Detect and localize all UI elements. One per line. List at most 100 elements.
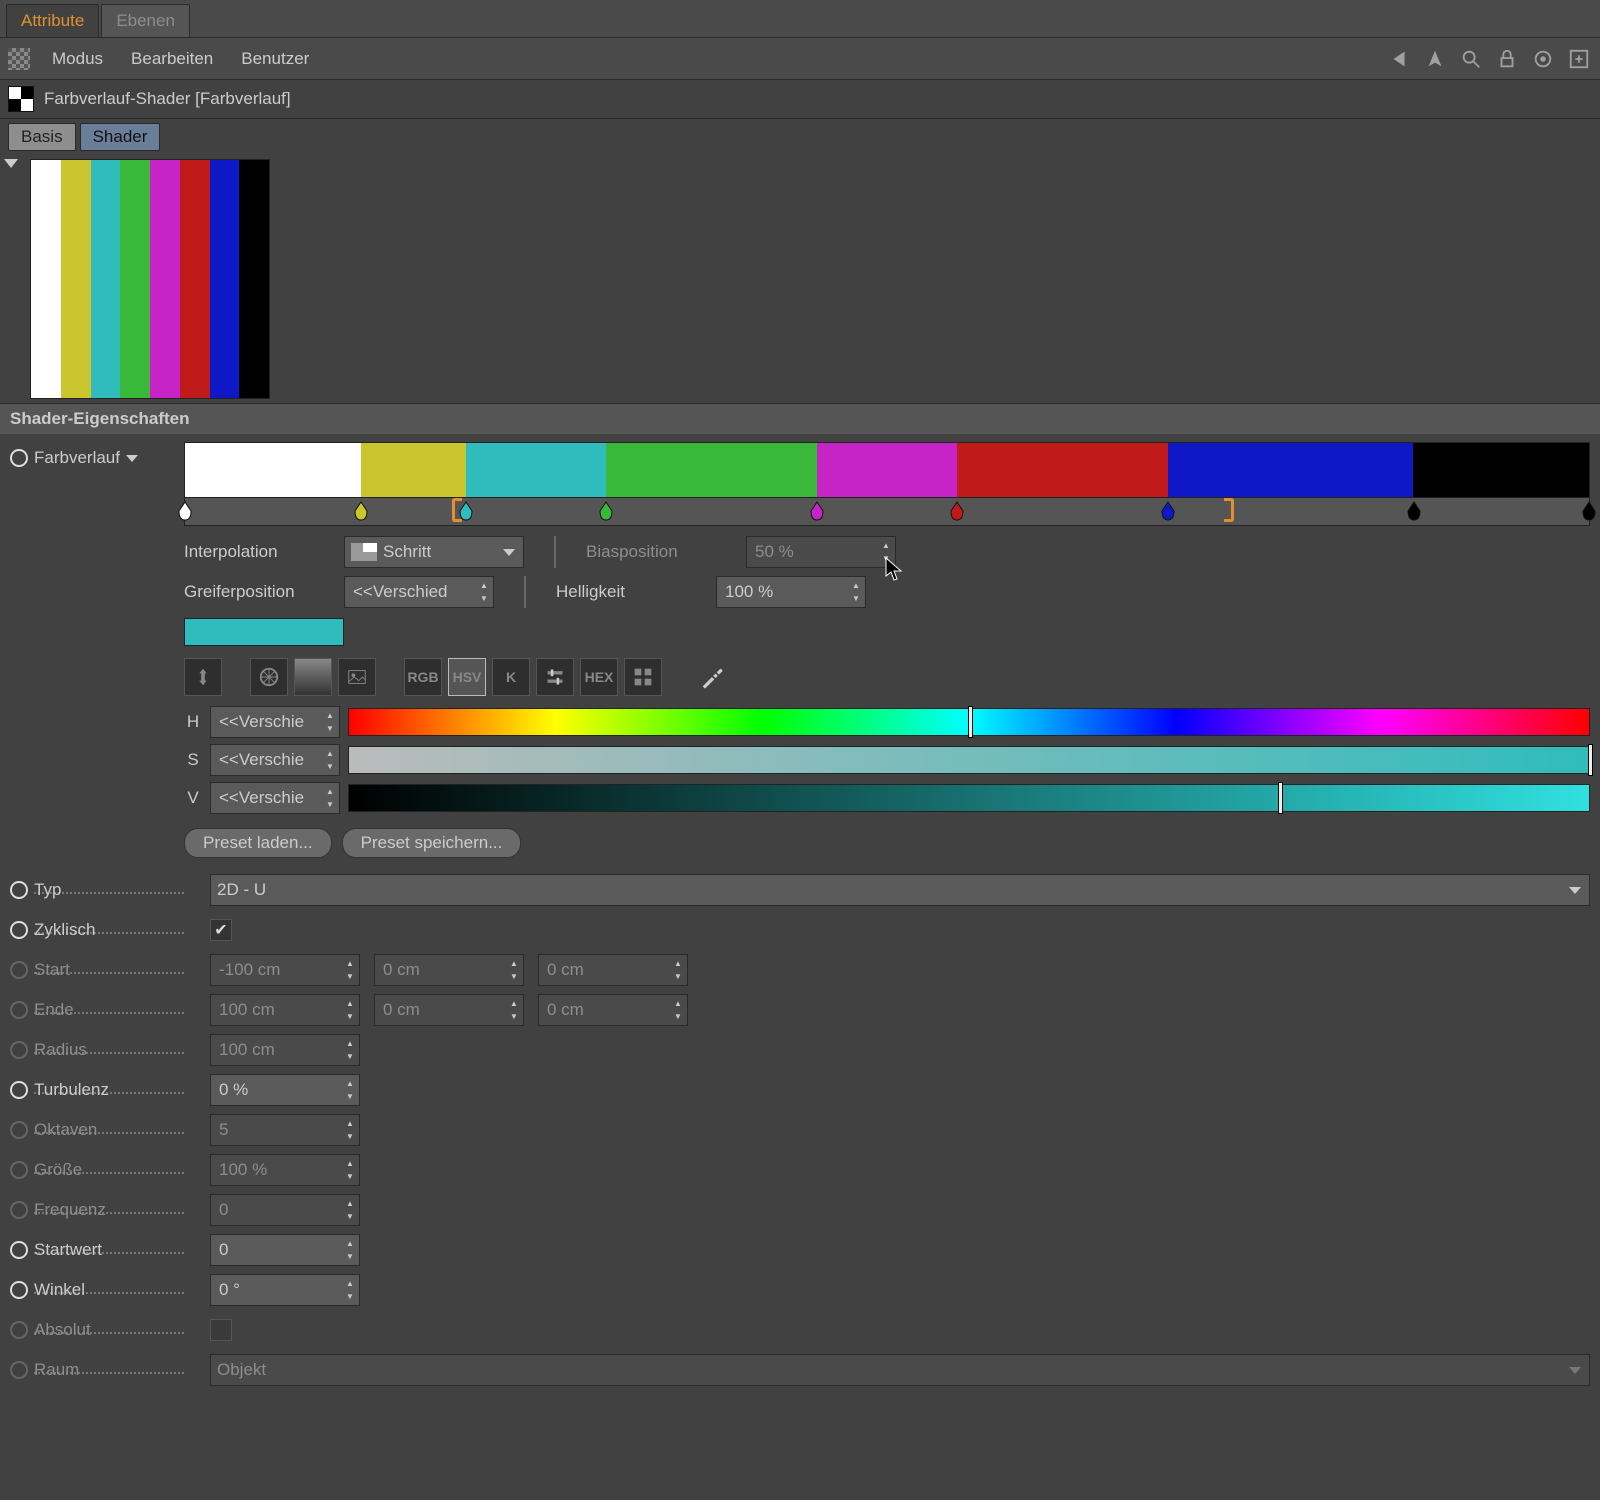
btn-mode-hsv[interactable]: HSV	[448, 658, 486, 696]
gradient-knot-track[interactable]	[184, 498, 1590, 526]
gradient-preview	[30, 159, 270, 399]
gradient-knot[interactable]	[177, 501, 193, 521]
anim-dot-absolut	[10, 1321, 28, 1339]
dropdown-typ[interactable]: 2D - U	[210, 874, 1590, 906]
eyedropper-icon[interactable]	[698, 663, 726, 691]
anim-dot-zyklisch[interactable]	[10, 921, 28, 939]
field-turbulenz[interactable]: 0 %▲▼	[210, 1074, 360, 1106]
dropdown-interpolation-value: Schritt	[383, 542, 431, 562]
label-startwert: Startwert	[34, 1240, 184, 1260]
field-biasposition-value: 50 %	[755, 542, 794, 562]
gradient-bar[interactable]	[184, 442, 1590, 498]
label-zyklisch: Zyklisch	[34, 920, 184, 940]
target-icon[interactable]	[1530, 46, 1556, 72]
anim-dot-winkel[interactable]	[10, 1281, 28, 1299]
anim-dot-farbverlauf[interactable]	[10, 449, 28, 467]
field-ende-x: 100 cm▲▼	[210, 994, 360, 1026]
menu-modus[interactable]: Modus	[38, 45, 117, 73]
anim-dot-startwert[interactable]	[10, 1241, 28, 1259]
lock-icon[interactable]	[1494, 46, 1520, 72]
search-icon[interactable]	[1458, 46, 1484, 72]
field-v[interactable]: <<Verschie▲▼	[210, 782, 340, 814]
field-frequenz: 0▲▼	[210, 1194, 360, 1226]
btn-mode-mixer[interactable]	[536, 658, 574, 696]
nav-up-icon[interactable]	[1422, 46, 1448, 72]
tab-attribute[interactable]: Attribute	[6, 4, 99, 37]
subtab-shader[interactable]: Shader	[80, 123, 161, 151]
field-greiferposition-value: <<Verschied	[353, 582, 448, 602]
nav-back-icon[interactable]	[1386, 46, 1412, 72]
anim-dot-raum	[10, 1361, 28, 1379]
btn-mode-hex[interactable]: HEX	[580, 658, 618, 696]
checkbox-zyklisch[interactable]: ✔	[210, 919, 232, 941]
field-s[interactable]: <<Verschie▲▼	[210, 744, 340, 776]
menu-benutzer[interactable]: Benutzer	[227, 45, 323, 73]
dropdown-arrow-icon	[503, 549, 515, 556]
label-typ: Typ	[34, 880, 184, 900]
subtab-basis[interactable]: Basis	[8, 123, 76, 151]
dropdown-arrow-icon	[1569, 1367, 1581, 1374]
slider-h[interactable]	[348, 708, 1590, 736]
menu-bearbeiten[interactable]: Bearbeiten	[117, 45, 227, 73]
field-startwert[interactable]: 0▲▼	[210, 1234, 360, 1266]
field-h[interactable]: <<Verschie▲▼	[210, 706, 340, 738]
label-raum: Raum	[34, 1360, 184, 1380]
selected-color-swatch[interactable]	[184, 618, 344, 646]
slider-s[interactable]	[348, 746, 1590, 774]
tab-ebenen[interactable]: Ebenen	[101, 4, 190, 37]
anim-dot-ende	[10, 1001, 28, 1019]
label-frequenz: Frequenz	[34, 1200, 184, 1220]
dropdown-interpolation[interactable]: Schritt	[344, 536, 524, 568]
section-shader-properties: Shader-Eigenschaften	[0, 404, 1600, 434]
btn-preset-load[interactable]: Preset laden...	[184, 828, 332, 858]
collapse-preview-icon[interactable]	[4, 159, 18, 168]
dropdown-arrow-icon	[1569, 887, 1581, 894]
gradient-knot[interactable]	[598, 501, 614, 521]
label-ende: Ende	[34, 1000, 184, 1020]
btn-mode-k[interactable]: K	[492, 658, 530, 696]
field-biasposition: 50 % ▲▼	[746, 536, 896, 568]
gradient-menu-arrow-icon[interactable]	[126, 455, 138, 462]
label-helligkeit: Helligkeit	[556, 582, 706, 602]
field-helligkeit-value: 100 %	[725, 582, 773, 602]
gradient-knot[interactable]	[1581, 501, 1597, 521]
field-greiferposition[interactable]: <<Verschied ▲▼	[344, 576, 494, 608]
anim-dot-start	[10, 961, 28, 979]
btn-preset-save[interactable]: Preset speichern...	[342, 828, 522, 858]
label-interpolation: Interpolation	[184, 542, 334, 562]
field-helligkeit[interactable]: 100 % ▲▼	[716, 576, 866, 608]
dropdown-raum: Objekt	[210, 1354, 1590, 1386]
label-oktaven: Oktaven	[34, 1120, 184, 1140]
gradient-knot[interactable]	[809, 501, 825, 521]
anim-dot-groesse	[10, 1161, 28, 1179]
btn-color-spectrum[interactable]	[294, 658, 332, 696]
btn-mode-rgb[interactable]: RGB	[404, 658, 442, 696]
label-winkel: Winkel	[34, 1280, 184, 1300]
slider-v[interactable]	[348, 784, 1590, 812]
field-ende-y: 0 cm▲▼	[374, 994, 524, 1026]
anim-dot-turbulenz[interactable]	[10, 1081, 28, 1099]
label-farbverlauf: Farbverlauf	[34, 448, 120, 468]
gradient-knot[interactable]	[1160, 501, 1176, 521]
gradient-knot[interactable]	[949, 501, 965, 521]
btn-color-image[interactable]	[338, 658, 376, 696]
shader-type-icon	[8, 86, 34, 112]
page-title: Farbverlauf-Shader [Farbverlauf]	[44, 89, 291, 109]
anim-dot-typ[interactable]	[10, 881, 28, 899]
btn-color-wheel[interactable]	[250, 658, 288, 696]
label-start: Start	[34, 960, 184, 980]
anim-dot-radius	[10, 1041, 28, 1059]
gradient-knot[interactable]	[353, 501, 369, 521]
field-oktaven: 5▲▼	[210, 1114, 360, 1146]
anim-dot-frequenz	[10, 1201, 28, 1219]
add-panel-icon[interactable]	[1566, 46, 1592, 72]
checkbox-absolut	[210, 1319, 232, 1341]
checker-icon	[8, 48, 30, 70]
label-radius: Radius	[34, 1040, 184, 1060]
label-biasposition: Biasposition	[586, 542, 736, 562]
gradient-knot[interactable]	[1406, 501, 1422, 521]
label-v: V	[184, 788, 202, 808]
btn-color-height[interactable]	[184, 658, 222, 696]
btn-mode-swatches[interactable]	[624, 658, 662, 696]
field-winkel[interactable]: 0 °▲▼	[210, 1274, 360, 1306]
